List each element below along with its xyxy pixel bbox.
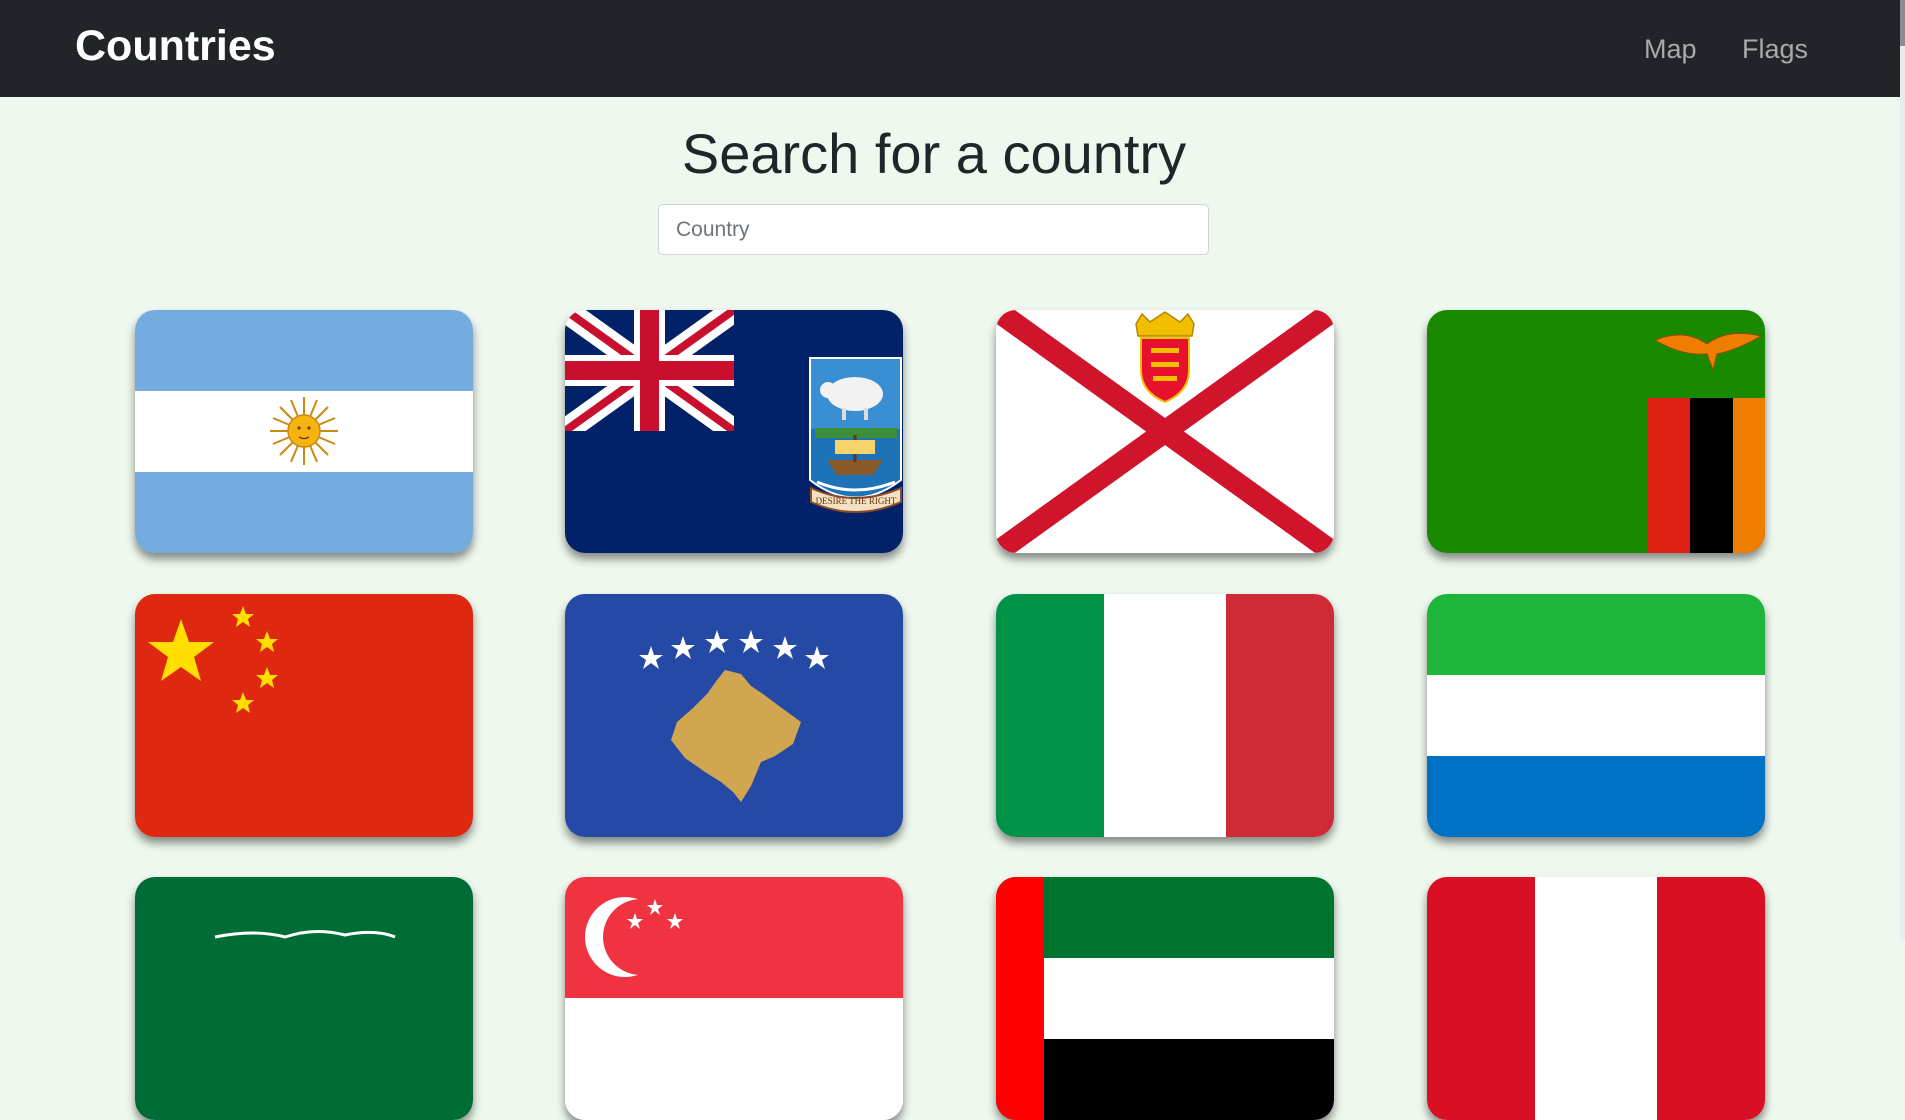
- singapore-flag-icon: [565, 877, 903, 1120]
- flag-card-zambia[interactable]: [1427, 310, 1765, 553]
- flag-card-uae[interactable]: [996, 877, 1334, 1120]
- jersey-flag-icon: [996, 310, 1334, 553]
- falkland-islands-flag-icon: DESIRE THE RIGHT: [565, 310, 903, 553]
- scrollbar-thumb[interactable]: [1900, 0, 1905, 46]
- flag-card-argentina[interactable]: [135, 310, 473, 553]
- zambia-flag-icon: [1427, 310, 1765, 553]
- kosovo-flag-icon: [565, 594, 903, 837]
- china-flag-icon: [135, 594, 473, 837]
- brand-link[interactable]: Countries: [75, 20, 276, 72]
- saudi-arabia-flag-icon: [135, 877, 473, 1120]
- flag-card-italy[interactable]: [996, 594, 1334, 837]
- flag-card-peru[interactable]: [1427, 877, 1765, 1120]
- argentina-flag-icon: [135, 310, 473, 553]
- svg-text:DESIRE THE RIGHT: DESIRE THE RIGHT: [816, 496, 897, 506]
- scrollbar[interactable]: [1900, 0, 1905, 940]
- navbar: Countries Map Flags: [0, 0, 1900, 97]
- country-search-input[interactable]: [658, 204, 1209, 255]
- italy-flag-icon: [996, 594, 1334, 837]
- uae-flag-icon: [996, 877, 1334, 1120]
- flag-card-kosovo[interactable]: [565, 594, 903, 837]
- page-title: Search for a country: [681, 122, 1187, 185]
- nav-link-map[interactable]: Map: [1644, 30, 1697, 68]
- nav-link-flags[interactable]: Flags: [1742, 30, 1808, 68]
- flag-card-sierra-leone[interactable]: [1427, 594, 1765, 837]
- flag-card-singapore[interactable]: [565, 877, 903, 1120]
- falkland-coat-of-arms-icon: DESIRE THE RIGHT: [809, 357, 902, 513]
- flag-card-saudi-arabia[interactable]: [135, 877, 473, 1120]
- flag-card-china[interactable]: [135, 594, 473, 837]
- peru-flag-icon: [1427, 877, 1765, 1120]
- flag-card-falkland-islands[interactable]: DESIRE THE RIGHT: [565, 310, 903, 553]
- flag-card-jersey[interactable]: [996, 310, 1334, 553]
- sierra-leone-flag-icon: [1427, 594, 1765, 837]
